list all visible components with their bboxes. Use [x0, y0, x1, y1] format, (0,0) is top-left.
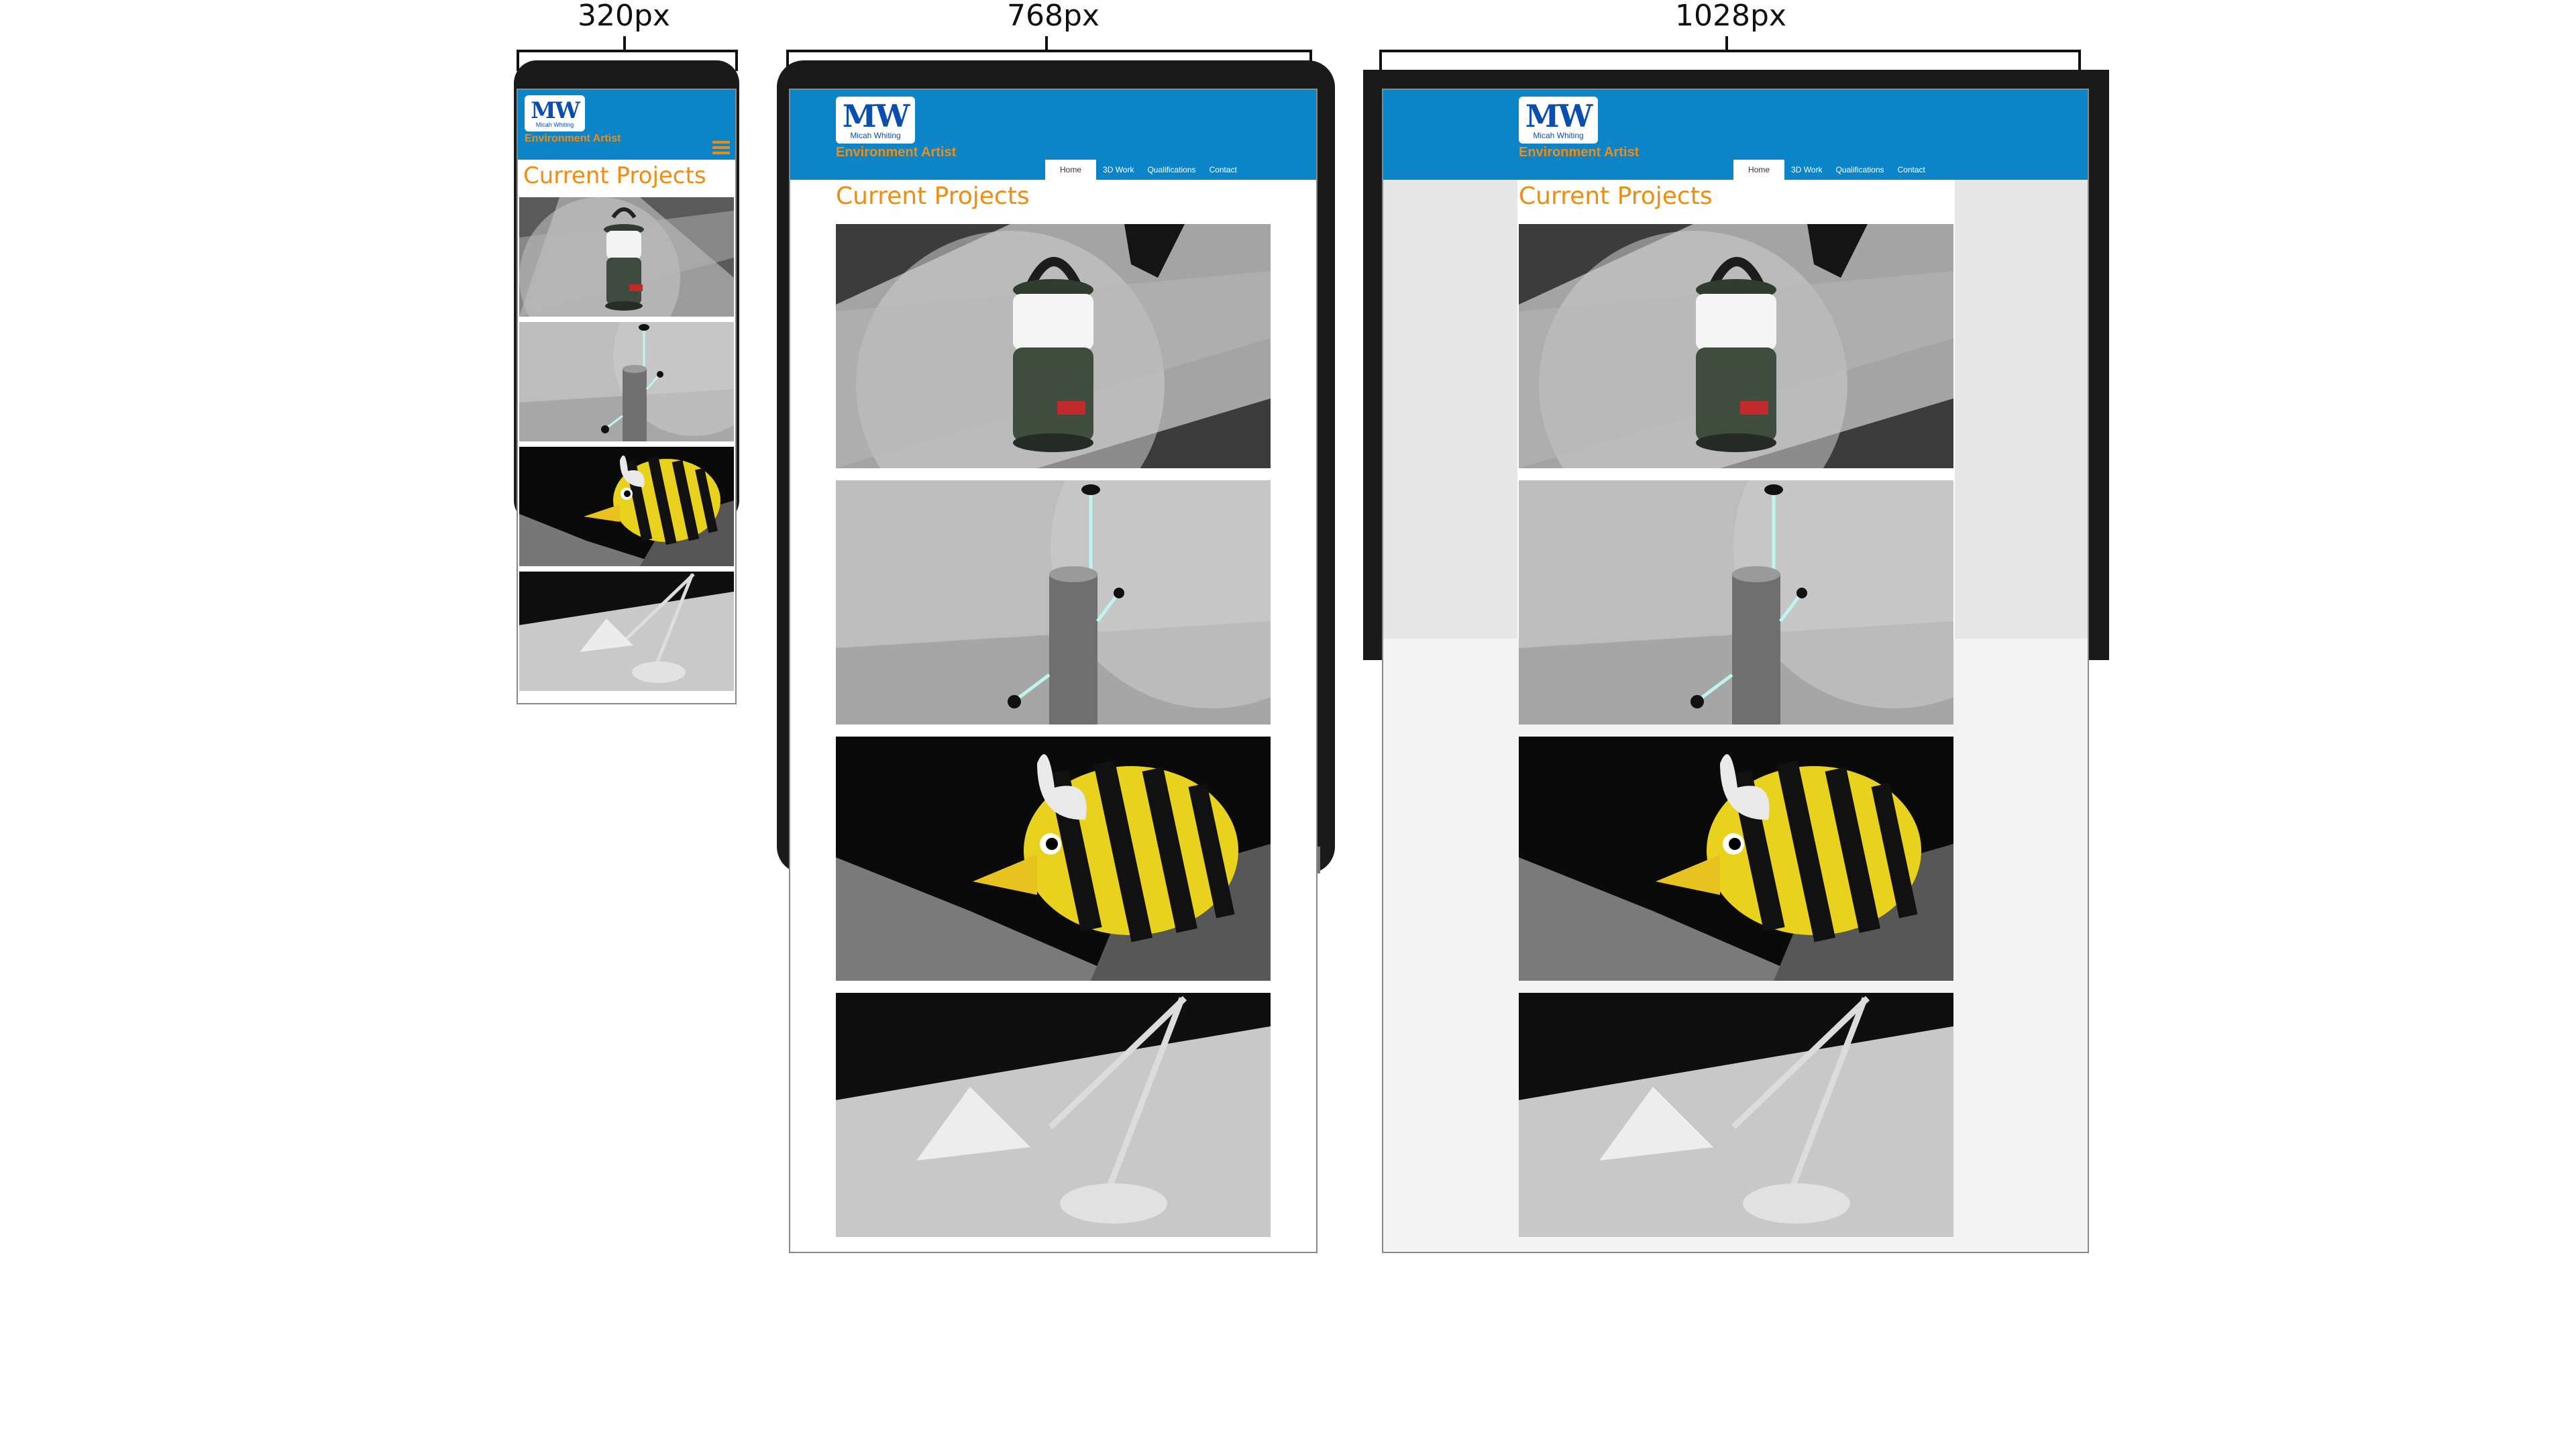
- phone-site: MW Micah Whiting Environment Artist Curr…: [518, 90, 735, 703]
- logo-name: Micah Whiting: [850, 131, 901, 140]
- tablet-site: MW Micah Whiting Environment Artist Home…: [790, 90, 1316, 847]
- desktop-logo[interactable]: MW Micah Whiting: [1519, 97, 1598, 144]
- project-thumb-post[interactable]: [836, 480, 1271, 724]
- project-thumb-lamp[interactable]: [836, 993, 1271, 1237]
- page-title: Current Projects: [1519, 182, 1713, 210]
- nav-home[interactable]: Home: [1045, 160, 1097, 180]
- project-thumb-fish[interactable]: [836, 737, 1271, 981]
- post-image: [519, 322, 734, 441]
- project-thumb-lantern[interactable]: [836, 224, 1271, 468]
- nav-contact[interactable]: Contact: [1203, 160, 1244, 180]
- tablet-logo[interactable]: MW Micah Whiting: [836, 97, 915, 144]
- desk-lamp-image: [1519, 993, 1953, 1237]
- page-title: Current Projects: [523, 162, 706, 189]
- project-thumb-post[interactable]: [1519, 480, 1953, 724]
- nav-home[interactable]: Home: [1733, 160, 1785, 180]
- logo-mark: MW: [1525, 98, 1593, 134]
- lantern-image: [519, 197, 734, 317]
- tablet-nav: Home 3D Work Qualifications Contact: [1045, 160, 1244, 180]
- project-thumb-lantern[interactable]: [519, 197, 734, 317]
- project-thumb-post[interactable]: [519, 322, 734, 441]
- project-thumb-lantern[interactable]: [1519, 224, 1953, 468]
- desk-lamp-image: [836, 993, 1271, 1237]
- fish-image: [836, 737, 1271, 981]
- desk-lamp-image: [519, 572, 734, 691]
- fish-image: [1519, 737, 1953, 981]
- logo-mark: MW: [531, 97, 580, 124]
- desktop-nav: Home 3D Work Qualifications Contact: [1733, 160, 1932, 180]
- lantern-image: [836, 224, 1271, 468]
- phone-header: MW Micah Whiting Environment Artist: [518, 90, 735, 160]
- role-title: Environment Artist: [836, 145, 957, 160]
- nav-contact[interactable]: Contact: [1891, 160, 1932, 180]
- hamburger-menu-icon[interactable]: [712, 141, 730, 157]
- label-320px: 320px: [578, 0, 670, 33]
- fish-image: [519, 447, 734, 566]
- project-thumb-fish[interactable]: [519, 447, 734, 566]
- desktop-header: MW Micah Whiting Environment Artist Home…: [1383, 90, 2088, 180]
- phone-logo[interactable]: MW Micah Whiting: [525, 95, 585, 131]
- bracket-tick-1028: [1725, 36, 1728, 51]
- tablet-header: MW Micah Whiting Environment Artist Home…: [790, 90, 1316, 180]
- nav-qualifications[interactable]: Qualifications: [1140, 160, 1202, 180]
- post-image: [836, 480, 1271, 724]
- label-1028px: 1028px: [1675, 0, 1786, 33]
- nav-3d-work[interactable]: 3D Work: [1784, 160, 1829, 180]
- project-thumb-lamp[interactable]: [519, 572, 734, 691]
- project-thumb-fish[interactable]: [1519, 737, 1953, 981]
- logo-mark: MW: [842, 98, 910, 134]
- logo-name: Micah Whiting: [535, 121, 574, 128]
- role-title: Environment Artist: [1519, 145, 1640, 160]
- bracket-1028: [1379, 50, 2081, 71]
- nav-3d-work[interactable]: 3D Work: [1096, 160, 1140, 180]
- lantern-image: [1519, 224, 1953, 468]
- bracket-tick-320: [623, 36, 626, 51]
- page-title: Current Projects: [836, 182, 1030, 210]
- nav-qualifications[interactable]: Qualifications: [1829, 160, 1890, 180]
- project-thumb-lamp[interactable]: [1519, 993, 1953, 1237]
- post-image: [1519, 480, 1953, 724]
- label-768px: 768px: [1007, 0, 1099, 33]
- role-title: Environment Artist: [525, 133, 621, 144]
- logo-name: Micah Whiting: [1533, 131, 1584, 140]
- bracket-tick-768: [1045, 36, 1048, 51]
